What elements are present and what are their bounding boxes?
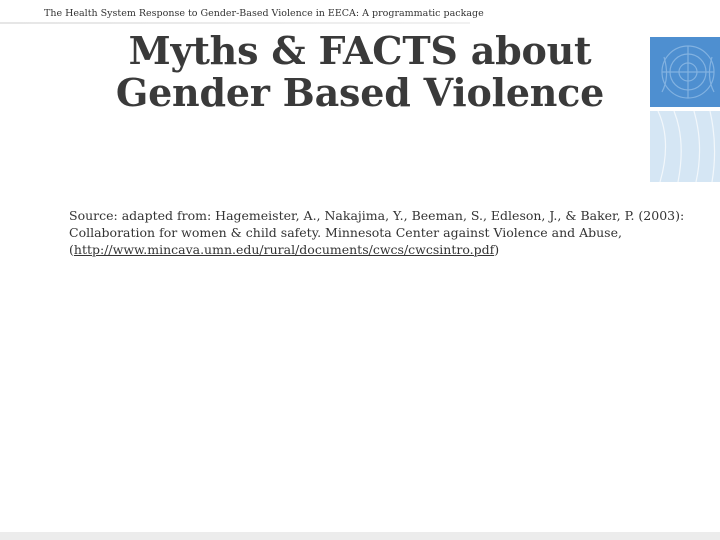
header-text: The Health System Response to Gender-Bas… bbox=[44, 8, 484, 19]
header-divider bbox=[0, 22, 470, 24]
un-emblem-top-icon bbox=[650, 37, 720, 107]
source-citation: Source: adapted from: Hagemeister, A., N… bbox=[69, 207, 699, 258]
source-line-2: Collaboration for women & child safety. … bbox=[69, 225, 622, 240]
un-emblem-bottom-icon bbox=[650, 110, 720, 183]
slide-title: Myths & FACTS about Gender Based Violenc… bbox=[60, 30, 660, 114]
source-line-3: (http://www.mincava.umn.edu/rural/docume… bbox=[69, 241, 699, 258]
slide-title-line-1: Myths & FACTS about bbox=[128, 28, 592, 73]
paren-close: ) bbox=[494, 242, 500, 257]
footer-bar bbox=[0, 532, 720, 540]
slide-title-line-2: Gender Based Violence bbox=[115, 70, 605, 115]
source-line-1: Source: adapted from: Hagemeister, A., N… bbox=[69, 208, 685, 223]
un-emblem-panel bbox=[650, 37, 720, 183]
source-link[interactable]: http://www.mincava.umn.edu/rural/documen… bbox=[74, 242, 494, 257]
